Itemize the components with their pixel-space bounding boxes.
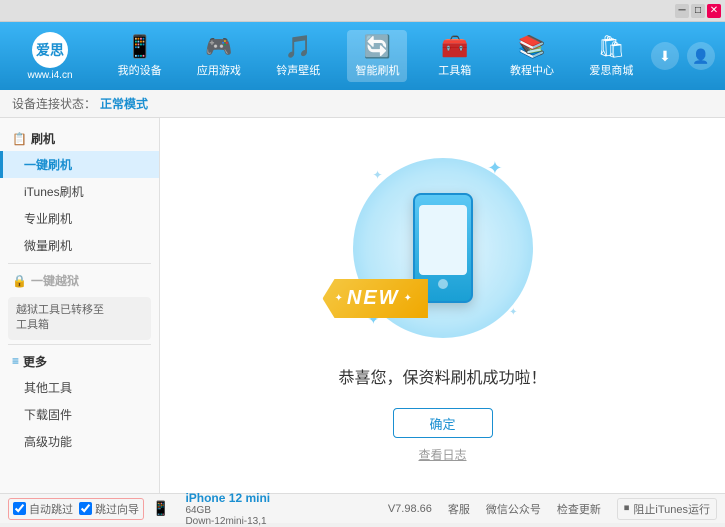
toolbox-label: 工具箱 <box>438 62 471 78</box>
sidebar-section-flash: 📋 刷机 一键刷机 iTunes刷机 专业刷机 微量刷机 <box>0 126 159 259</box>
nav-apps-games[interactable]: 🎮 应用游戏 <box>189 30 249 82</box>
stop-itunes-label: 阻止iTunes运行 <box>633 501 710 517</box>
device-storage: 64GB <box>185 505 270 516</box>
bottom-left: 自动跳过 跳过向导 📱 iPhone 12 mini 64GB Down-12m… <box>8 491 388 527</box>
logo-url: www.i4.cn <box>27 70 72 81</box>
content-area: ✦ ✦ ✦ ✦ ✦ NEW ✦ 恭喜您，保资料刷机成功啦！ 确定 查看日志 <box>160 118 725 493</box>
bottom-bar: 自动跳过 跳过向导 📱 iPhone 12 mini 64GB Down-12m… <box>0 493 725 523</box>
status-bar: 设备连接状态： 正常模式 <box>0 90 725 118</box>
sidebar: 📋 刷机 一键刷机 iTunes刷机 专业刷机 微量刷机 🔒 一键越狱 越狱工具… <box>0 118 160 493</box>
stop-itunes-button[interactable]: ⏹ 阻止iTunes运行 <box>617 498 717 520</box>
skip-wizard-checkbox[interactable]: 跳过向导 <box>79 501 139 517</box>
section-header-jailbreak: 🔒 一键越狱 <box>0 268 159 293</box>
logo-icon: 爱思 <box>32 32 68 68</box>
badge-star-left: ✦ <box>335 293 343 304</box>
my-device-label: 我的设备 <box>118 62 162 78</box>
flash-section-title: 刷机 <box>31 130 55 147</box>
sidebar-section-jailbreak: 🔒 一键越狱 越狱工具已转移至工具箱 <box>0 268 159 340</box>
check-update-link[interactable]: 检查更新 <box>557 501 601 517</box>
device-icon: 📱 <box>152 500 169 517</box>
confirm-button[interactable]: 确定 <box>393 408 493 438</box>
checkbox-wrapper: 自动跳过 跳过向导 <box>8 498 144 520</box>
jailbreak-section-title: 一键越狱 <box>31 272 79 289</box>
new-badge: ✦ NEW ✦ <box>323 279 428 318</box>
sidebar-divider-2 <box>8 344 151 345</box>
sidebar-section-more: ≡ 更多 其他工具 下载固件 高级功能 <box>0 349 159 455</box>
main-area: 📋 刷机 一键刷机 iTunes刷机 专业刷机 微量刷机 🔒 一键越狱 越狱工具… <box>0 118 725 493</box>
skip-wizard-input[interactable] <box>79 502 92 515</box>
nav-bar: 📱 我的设备 🎮 应用游戏 🎵 铃声壁纸 🔄 智能刷机 🧰 工具箱 📚 教程中心… <box>100 30 651 82</box>
minimize-button[interactable]: ─ <box>675 4 689 18</box>
logo-area[interactable]: 爱思 www.i4.cn <box>10 32 90 81</box>
sidebar-item-download-firmware[interactable]: 下载固件 <box>0 401 159 428</box>
auto-dismiss-checkbox[interactable]: 自动跳过 <box>13 501 73 517</box>
shop-icon: 🛍 <box>597 34 625 60</box>
status-value: 正常模式 <box>100 95 148 112</box>
nav-tutorial[interactable]: 📚 教程中心 <box>502 30 562 82</box>
nav-smart-flash[interactable]: 🔄 智能刷机 <box>347 30 407 82</box>
device-detail: Down-12mini-13,1 <box>185 516 270 527</box>
header-right: ⬇ 👤 <box>651 42 715 70</box>
bottom-right: V7.98.66 客服 微信公众号 检查更新 ⏹ 阻止iTunes运行 <box>388 498 717 520</box>
service-link[interactable]: 客服 <box>448 501 470 517</box>
apps-games-label: 应用游戏 <box>197 62 241 78</box>
more-section-title: 更多 <box>23 353 47 370</box>
close-button[interactable]: ✕ <box>707 4 721 18</box>
ringtones-icon: 🎵 <box>285 34 312 60</box>
my-device-icon: 📱 <box>126 34 153 60</box>
flash-section-icon: 📋 <box>12 132 27 146</box>
download-button[interactable]: ⬇ <box>651 42 679 70</box>
success-message: 恭喜您，保资料刷机成功啦！ <box>338 364 546 388</box>
smart-flash-label: 智能刷机 <box>355 62 399 78</box>
section-header-flash: 📋 刷机 <box>0 126 159 151</box>
jailbreak-section-icon: 🔒 <box>12 274 27 288</box>
device-info: iPhone 12 mini 64GB Down-12mini-13,1 <box>185 491 270 527</box>
version-info: V7.98.66 <box>388 503 432 515</box>
device-name: iPhone 12 mini <box>185 491 270 505</box>
sparkle-1: ✦ <box>373 168 383 182</box>
tutorial-icon: 📚 <box>518 34 545 60</box>
sidebar-divider-1 <box>8 263 151 264</box>
nav-ringtones[interactable]: 🎵 铃声壁纸 <box>268 30 328 82</box>
sidebar-item-other-tools[interactable]: 其他工具 <box>0 374 159 401</box>
tutorial-label: 教程中心 <box>510 62 554 78</box>
badge-new-text: NEW <box>347 287 400 310</box>
badge-star-right: ✦ <box>404 293 412 304</box>
sidebar-item-one-click[interactable]: 一键刷机 <box>0 151 159 178</box>
maximize-button[interactable]: □ <box>691 4 705 18</box>
auto-dismiss-label: 自动跳过 <box>29 501 73 517</box>
sparkle-2: ✦ <box>487 158 502 179</box>
smart-flash-icon: 🔄 <box>364 34 391 60</box>
retry-link[interactable]: 查看日志 <box>418 446 466 463</box>
phone-screen <box>419 205 467 275</box>
status-label: 设备连接状态： <box>12 95 96 112</box>
more-section-icon: ≡ <box>12 354 19 368</box>
phone-home-button <box>438 279 448 289</box>
sparkle-3: ✦ <box>509 307 517 318</box>
nav-my-device[interactable]: 📱 我的设备 <box>110 30 170 82</box>
stop-itunes-icon: ⏹ <box>624 502 630 515</box>
auto-dismiss-input[interactable] <box>13 502 26 515</box>
ringtones-label: 铃声壁纸 <box>276 62 320 78</box>
jailbreak-note: 越狱工具已转移至工具箱 <box>8 297 151 340</box>
section-header-more: ≡ 更多 <box>0 349 159 374</box>
title-bar: ─ □ ✕ <box>0 0 725 22</box>
sidebar-item-advanced[interactable]: 高级功能 <box>0 428 159 455</box>
toolbox-icon: 🧰 <box>441 34 468 60</box>
wechat-link[interactable]: 微信公众号 <box>486 501 541 517</box>
sidebar-item-pro-flash[interactable]: 专业刷机 <box>0 205 159 232</box>
header: 爱思 www.i4.cn 📱 我的设备 🎮 应用游戏 🎵 铃声壁纸 🔄 智能刷机… <box>0 22 725 90</box>
sidebar-item-itunes[interactable]: iTunes刷机 <box>0 178 159 205</box>
skip-wizard-label: 跳过向导 <box>95 501 139 517</box>
shop-label: 爱思商城 <box>589 62 633 78</box>
nav-toolbox[interactable]: 🧰 工具箱 <box>427 30 483 82</box>
apps-games-icon: 🎮 <box>205 34 232 60</box>
phone-illustration: ✦ ✦ ✦ ✦ ✦ NEW ✦ <box>343 148 543 348</box>
sidebar-item-micro-flash[interactable]: 微量刷机 <box>0 232 159 259</box>
user-button[interactable]: 👤 <box>687 42 715 70</box>
nav-shop[interactable]: 🛍 爱思商城 <box>581 30 641 82</box>
